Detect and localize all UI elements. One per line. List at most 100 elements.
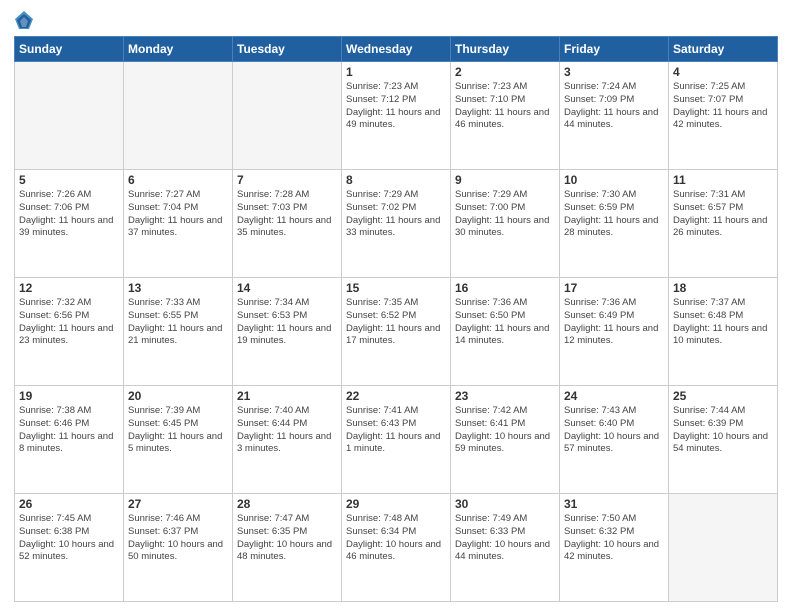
day-cell: 24 Sunrise: 7:43 AM Sunset: 6:40 PM Dayli… [560, 386, 669, 494]
day-cell: 16Sunrise: 7:36 AM Sunset: 6:50 PM Dayli… [451, 278, 560, 386]
day-number: 26 [19, 497, 119, 511]
day-info: Sunrise: 7:24 AM Sunset: 7:09 PM Dayligh… [564, 81, 664, 132]
day-info: Sunrise: 7:37 AM Sunset: 6:48 PM Dayligh… [673, 297, 773, 348]
day-cell: 5 Sunrise: 7:26 AM Sunset: 7:06 PM Daylig… [15, 170, 124, 278]
day-info: Sunrise: 7:35 AM Sunset: 6:52 PM Dayligh… [346, 297, 446, 348]
day-number: 15 [346, 281, 446, 295]
day-number: 22 [346, 389, 446, 403]
day-number: 8 [346, 173, 446, 187]
day-info: Sunrise: 7:46 AM Sunset: 6:37 PM Dayligh… [128, 513, 228, 564]
day-cell: 1 Sunrise: 7:23 AM Sunset: 7:12 PM Daylig… [342, 62, 451, 170]
day-info: Sunrise: 7:42 AM Sunset: 6:41 PM Dayligh… [455, 405, 555, 456]
day-info: Sunrise: 7:32 AM Sunset: 6:56 PM Dayligh… [19, 297, 119, 348]
day-info: Sunrise: 7:30 AM Sunset: 6:59 PM Dayligh… [564, 189, 664, 240]
weekday-thursday: Thursday [451, 37, 560, 62]
weekday-friday: Friday [560, 37, 669, 62]
day-info: Sunrise: 7:50 AM Sunset: 6:32 PM Dayligh… [564, 513, 664, 564]
header [14, 10, 778, 30]
day-cell: 17Sunrise: 7:36 AM Sunset: 6:49 PM Dayli… [560, 278, 669, 386]
day-info: Sunrise: 7:48 AM Sunset: 6:34 PM Dayligh… [346, 513, 446, 564]
day-number: 29 [346, 497, 446, 511]
day-cell: 31 Sunrise: 7:50 AM Sunset: 6:32 PM Dayli… [560, 494, 669, 602]
day-cell: 11 Sunrise: 7:31 AM Sunset: 6:57 PM Dayli… [669, 170, 778, 278]
day-cell: 8 Sunrise: 7:29 AM Sunset: 7:02 PM Daylig… [342, 170, 451, 278]
day-number: 7 [237, 173, 337, 187]
day-number: 17 [564, 281, 664, 295]
day-cell: 7 Sunrise: 7:28 AM Sunset: 7:03 PM Daylig… [233, 170, 342, 278]
day-info: Sunrise: 7:43 AM Sunset: 6:40 PM Dayligh… [564, 405, 664, 456]
day-cell [124, 62, 233, 170]
day-info: Sunrise: 7:45 AM Sunset: 6:38 PM Dayligh… [19, 513, 119, 564]
day-cell: 27 Sunrise: 7:46 AM Sunset: 6:37 PM Dayli… [124, 494, 233, 602]
day-number: 14 [237, 281, 337, 295]
day-cell: 18 Sunrise: 7:37 AM Sunset: 6:48 PM Dayli… [669, 278, 778, 386]
day-info: Sunrise: 7:28 AM Sunset: 7:03 PM Dayligh… [237, 189, 337, 240]
day-cell [15, 62, 124, 170]
day-info: Sunrise: 7:39 AM Sunset: 6:45 PM Dayligh… [128, 405, 228, 456]
day-number: 30 [455, 497, 555, 511]
day-info: Sunrise: 7:34 AM Sunset: 6:53 PM Dayligh… [237, 297, 337, 348]
day-cell [669, 494, 778, 602]
day-number: 28 [237, 497, 337, 511]
day-info: Sunrise: 7:29 AM Sunset: 7:02 PM Dayligh… [346, 189, 446, 240]
day-cell: 30Sunrise: 7:49 AM Sunset: 6:33 PM Dayli… [451, 494, 560, 602]
day-number: 11 [673, 173, 773, 187]
day-number: 5 [19, 173, 119, 187]
day-cell: 20 Sunrise: 7:39 AM Sunset: 6:45 PM Dayli… [124, 386, 233, 494]
day-cell: 23Sunrise: 7:42 AM Sunset: 6:41 PM Dayli… [451, 386, 560, 494]
day-info: Sunrise: 7:23 AM Sunset: 7:12 PM Dayligh… [346, 81, 446, 132]
day-info: Sunrise: 7:26 AM Sunset: 7:06 PM Dayligh… [19, 189, 119, 240]
day-cell: 14 Sunrise: 7:34 AM Sunset: 6:53 PM Dayli… [233, 278, 342, 386]
day-number: 19 [19, 389, 119, 403]
day-cell: 6 Sunrise: 7:27 AM Sunset: 7:04 PM Daylig… [124, 170, 233, 278]
day-cell: 29 Sunrise: 7:48 AM Sunset: 6:34 PM Dayli… [342, 494, 451, 602]
day-number: 18 [673, 281, 773, 295]
day-cell: 25 Sunrise: 7:44 AM Sunset: 6:39 PM Dayli… [669, 386, 778, 494]
day-number: 12 [19, 281, 119, 295]
day-number: 27 [128, 497, 228, 511]
day-cell: 21Sunrise: 7:40 AM Sunset: 6:44 PM Dayli… [233, 386, 342, 494]
weekday-monday: Monday [124, 37, 233, 62]
day-number: 25 [673, 389, 773, 403]
day-info: Sunrise: 7:33 AM Sunset: 6:55 PM Dayligh… [128, 297, 228, 348]
day-cell: 22 Sunrise: 7:41 AM Sunset: 6:43 PM Dayli… [342, 386, 451, 494]
week-row-4: 26 Sunrise: 7:45 AM Sunset: 6:38 PM Dayli… [15, 494, 778, 602]
weekday-header-row: SundayMondayTuesdayWednesdayThursdayFrid… [15, 37, 778, 62]
day-info: Sunrise: 7:47 AM Sunset: 6:35 PM Dayligh… [237, 513, 337, 564]
day-number: 31 [564, 497, 664, 511]
day-info: Sunrise: 7:27 AM Sunset: 7:04 PM Dayligh… [128, 189, 228, 240]
day-number: 24 [564, 389, 664, 403]
day-cell [233, 62, 342, 170]
day-info: Sunrise: 7:31 AM Sunset: 6:57 PM Dayligh… [673, 189, 773, 240]
day-number: 10 [564, 173, 664, 187]
week-row-3: 19 Sunrise: 7:38 AM Sunset: 6:46 PM Dayli… [15, 386, 778, 494]
day-info: Sunrise: 7:38 AM Sunset: 6:46 PM Dayligh… [19, 405, 119, 456]
day-number: 9 [455, 173, 555, 187]
day-cell: 9 Sunrise: 7:29 AM Sunset: 7:00 PM Daylig… [451, 170, 560, 278]
logo [14, 10, 38, 30]
day-number: 3 [564, 65, 664, 79]
weekday-saturday: Saturday [669, 37, 778, 62]
day-number: 20 [128, 389, 228, 403]
day-cell: 4 Sunrise: 7:25 AM Sunset: 7:07 PM Daylig… [669, 62, 778, 170]
day-info: Sunrise: 7:29 AM Sunset: 7:00 PM Dayligh… [455, 189, 555, 240]
weekday-wednesday: Wednesday [342, 37, 451, 62]
day-number: 13 [128, 281, 228, 295]
day-info: Sunrise: 7:25 AM Sunset: 7:07 PM Dayligh… [673, 81, 773, 132]
day-number: 6 [128, 173, 228, 187]
week-row-1: 5 Sunrise: 7:26 AM Sunset: 7:06 PM Daylig… [15, 170, 778, 278]
day-info: Sunrise: 7:44 AM Sunset: 6:39 PM Dayligh… [673, 405, 773, 456]
page: SundayMondayTuesdayWednesdayThursdayFrid… [0, 0, 792, 612]
day-number: 4 [673, 65, 773, 79]
logo-icon [14, 10, 34, 30]
day-cell: 26 Sunrise: 7:45 AM Sunset: 6:38 PM Dayli… [15, 494, 124, 602]
week-row-0: 1 Sunrise: 7:23 AM Sunset: 7:12 PM Daylig… [15, 62, 778, 170]
day-info: Sunrise: 7:41 AM Sunset: 6:43 PM Dayligh… [346, 405, 446, 456]
day-number: 1 [346, 65, 446, 79]
day-info: Sunrise: 7:40 AM Sunset: 6:44 PM Dayligh… [237, 405, 337, 456]
day-cell: 2Sunrise: 7:23 AM Sunset: 7:10 PM Daylig… [451, 62, 560, 170]
day-number: 2 [455, 65, 555, 79]
day-cell: 28 Sunrise: 7:47 AM Sunset: 6:35 PM Dayli… [233, 494, 342, 602]
day-cell: 13 Sunrise: 7:33 AM Sunset: 6:55 PM Dayli… [124, 278, 233, 386]
weekday-tuesday: Tuesday [233, 37, 342, 62]
